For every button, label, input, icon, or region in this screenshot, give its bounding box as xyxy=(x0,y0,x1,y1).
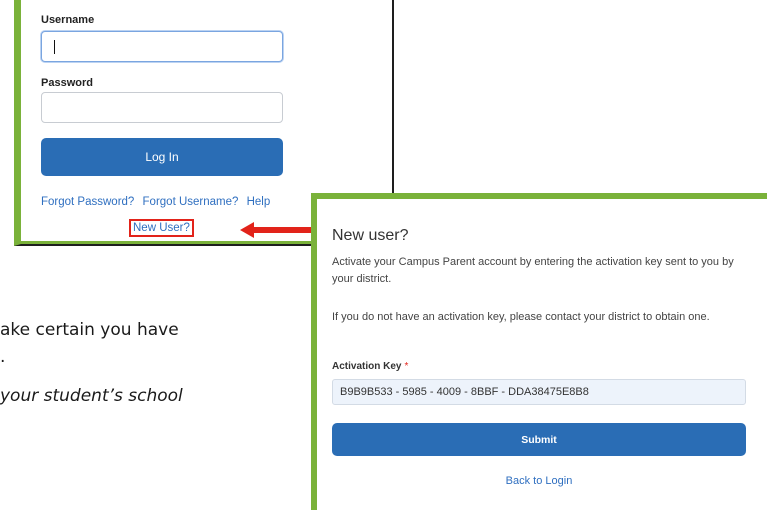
password-label: Password xyxy=(41,77,93,89)
login-button[interactable]: Log In xyxy=(41,138,283,176)
document-text-line-3: your student’s school xyxy=(0,386,183,406)
forgot-username-link[interactable]: Forgot Username? xyxy=(143,196,239,208)
arrow-left-icon xyxy=(240,222,316,238)
activation-instructions: Activate your Campus Parent account by e… xyxy=(332,256,734,285)
submit-button[interactable]: Submit xyxy=(332,423,746,456)
new-user-title: New user? xyxy=(332,227,409,244)
activation-key-label: Activation Key * xyxy=(332,361,408,372)
document-text-line-2: . xyxy=(0,347,6,367)
forgot-password-link[interactable]: Forgot Password? xyxy=(41,196,134,208)
help-links: Forgot Password? Forgot Username? Help xyxy=(41,196,283,208)
username-input[interactable] xyxy=(41,31,283,62)
document-text-line-1: ake certain you have xyxy=(0,320,179,340)
help-link[interactable]: Help xyxy=(247,196,271,208)
username-label: Username xyxy=(41,14,95,26)
required-asterisk: * xyxy=(404,361,409,372)
new-user-panel: New user? Activate your Campus Parent ac… xyxy=(311,193,767,510)
activation-key-label-text: Activation Key xyxy=(332,361,402,372)
activation-key-input[interactable]: B9B9B533 - 5985 - 4009 - 8BBF - DDA38475… xyxy=(332,379,746,405)
new-user-link[interactable]: New User? xyxy=(129,219,194,237)
text-caret xyxy=(54,40,55,54)
no-key-instructions: If you do not have an activation key, pl… xyxy=(332,311,710,323)
password-input[interactable] xyxy=(41,92,283,123)
back-to-login-link[interactable]: Back to Login xyxy=(332,475,746,487)
